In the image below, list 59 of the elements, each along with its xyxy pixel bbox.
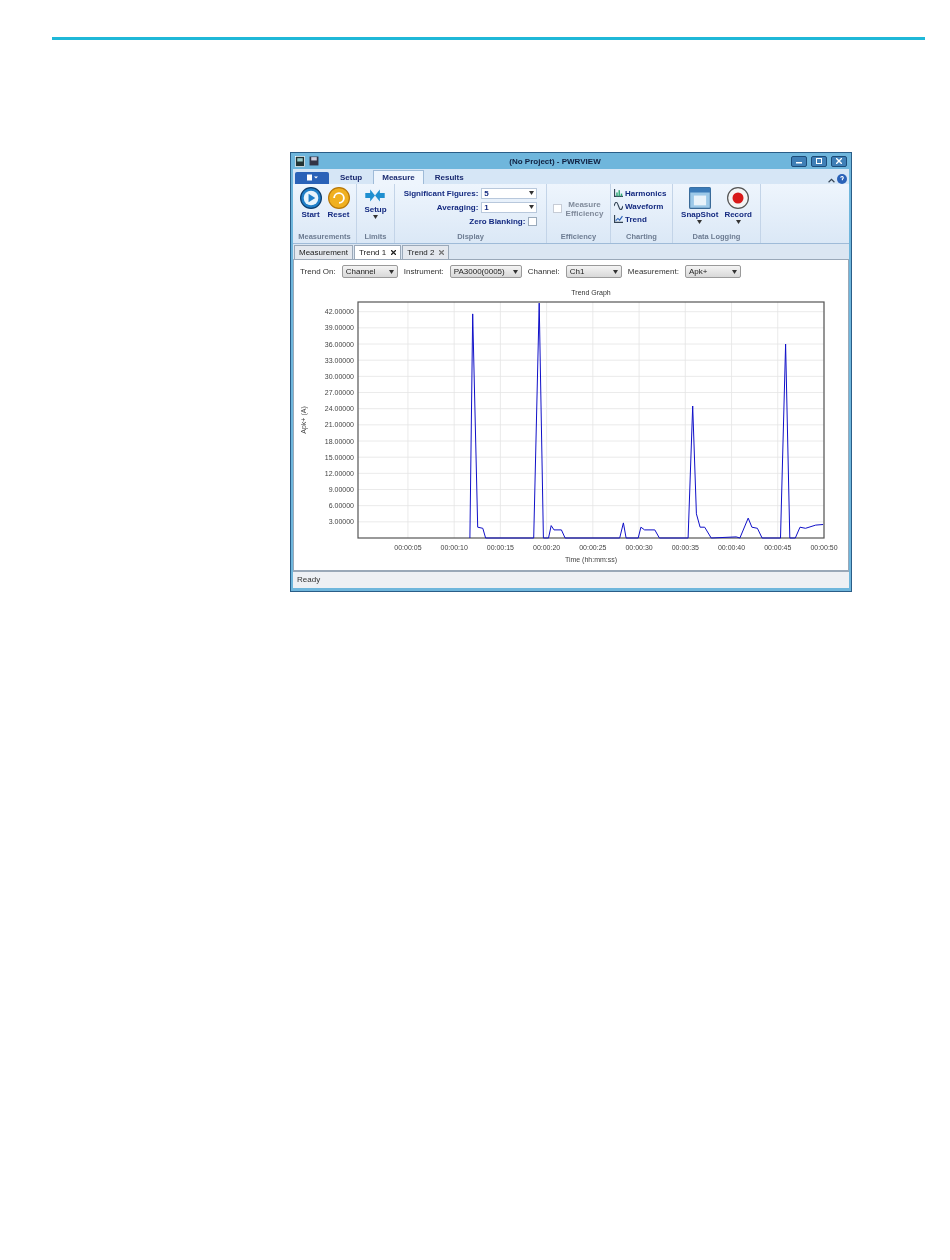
ribbon-tab[interactable]: Results: [425, 169, 473, 184]
dropdown-caret-icon: [512, 269, 518, 274]
dropdown-caret-icon: [388, 269, 394, 274]
app-icon: [295, 155, 305, 167]
play-icon: [299, 186, 322, 209]
filter-label: Measurement:: [627, 267, 679, 277]
significant-figures-dropdown[interactable]: 5: [481, 187, 538, 199]
checkbox-label: Measure Efficiency: [564, 199, 605, 218]
filter-label: Trend On:: [300, 267, 336, 277]
dropdown-caret-icon: [529, 191, 535, 196]
wave-icon: [614, 202, 623, 211]
bar-chart-icon: [614, 189, 623, 198]
maximize-button[interactable]: [811, 155, 827, 167]
dropdown-caret-icon: [529, 205, 535, 210]
trend-button[interactable]: Trend: [614, 212, 667, 226]
collapse-ribbon-icon[interactable]: [828, 176, 835, 184]
dropdown-caret-icon: [735, 219, 741, 224]
snapshot-button[interactable]: SnapShot: [681, 186, 719, 224]
document-tab[interactable]: Measurement: [294, 244, 353, 259]
ribbon-tab[interactable]: Setup: [331, 169, 372, 184]
dropdown-caret-icon: [731, 269, 737, 274]
dropdown-caret-icon: [697, 219, 703, 224]
window-title: (No Project) - PWRVIEW: [508, 156, 602, 166]
close-button[interactable]: [831, 155, 847, 167]
document-caret-icon: [305, 174, 319, 182]
field-label: Significant Figures:: [403, 188, 479, 198]
close-icon: [836, 158, 842, 165]
save-icon[interactable]: [309, 156, 319, 167]
harmonics-button[interactable]: Harmonics: [614, 186, 667, 200]
maximize-icon: [816, 158, 822, 165]
waveform-button[interactable]: Waveform: [614, 199, 667, 213]
help-icon[interactable]: [837, 173, 847, 184]
window-icon: [688, 186, 711, 209]
close-tab-icon[interactable]: [391, 249, 397, 255]
reset-icon: [327, 186, 350, 209]
record-icon: [727, 186, 750, 209]
limits-setup-button[interactable]: Setup: [364, 186, 387, 219]
zero-blanking-checkbox[interactable]: [528, 216, 538, 226]
filter-dropdown[interactable]: Apk+: [684, 265, 741, 279]
application-menu-button[interactable]: [295, 171, 329, 184]
field-label: Zero Blanking:: [469, 216, 526, 226]
filter-dropdown[interactable]: Ch1: [565, 265, 622, 279]
field-label: Averaging:: [436, 202, 479, 212]
filter-dropdown[interactable]: Channel: [341, 265, 398, 279]
start-button[interactable]: Start: [299, 186, 322, 219]
record-button[interactable]: Record: [724, 186, 752, 224]
status-text: Ready: [297, 575, 321, 585]
minimize-button[interactable]: [791, 155, 807, 167]
document-tab[interactable]: Trend 2: [402, 244, 450, 259]
line-chart-icon: [614, 215, 623, 224]
reset-button[interactable]: Reset: [327, 186, 350, 219]
dropdown-caret-icon: [373, 214, 378, 219]
averaging-dropdown[interactable]: 1: [481, 201, 538, 213]
ribbon-tab[interactable]: Measure: [373, 169, 424, 184]
filter-label: Channel:: [527, 267, 560, 277]
filter-label: Instrument:: [403, 267, 444, 277]
dropdown-caret-icon: [612, 269, 618, 274]
filter-dropdown[interactable]: PA3000(0005): [449, 265, 522, 279]
document-tab[interactable]: Trend 1: [353, 244, 402, 259]
